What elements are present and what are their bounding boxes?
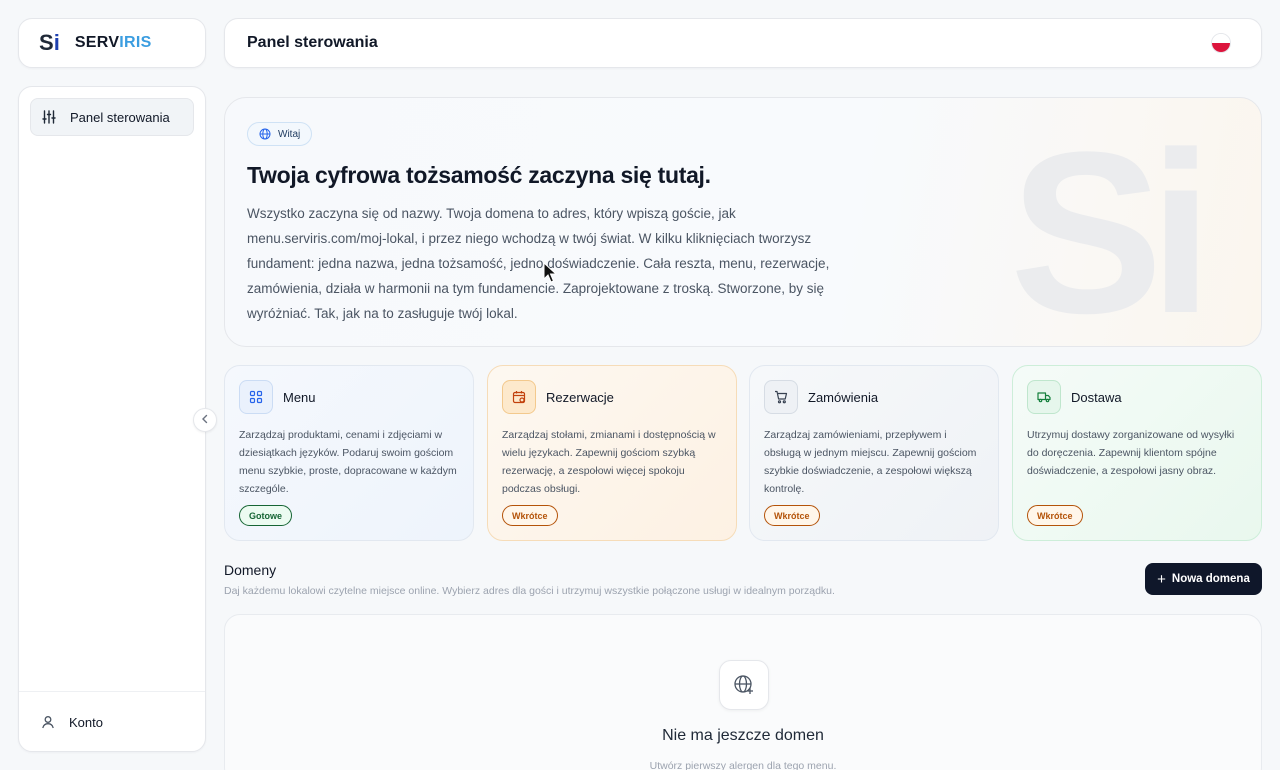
truck-icon xyxy=(1027,380,1061,414)
sliders-icon xyxy=(41,109,57,125)
domains-subtitle: Daj każdemu lokalowi czytelne miejsce on… xyxy=(224,585,835,597)
sidebar-footer: Konto xyxy=(19,691,205,751)
sidebar: Panel sterowania Konto xyxy=(18,86,206,752)
domains-title: Domeny xyxy=(224,562,277,578)
logo-mark: Si xyxy=(39,30,60,56)
cart-icon xyxy=(764,380,798,414)
status-badge: Wkrótce xyxy=(1027,505,1083,526)
globe-plus-icon xyxy=(719,660,769,710)
mouse-cursor-icon xyxy=(543,261,558,289)
logo-mark-i: i xyxy=(53,30,60,55)
feature-description: Zarządzaj zamówieniami, przepływem i obs… xyxy=(764,429,977,495)
grid-icon xyxy=(239,380,273,414)
feature-description: Utrzymuj dostawy zorganizowane od wysyłk… xyxy=(1027,429,1235,477)
top-header: Panel sterowania xyxy=(224,18,1262,68)
feature-description: Zarządzaj stołami, zmianami i dostępnośc… xyxy=(502,429,716,495)
collapse-sidebar-button[interactable] xyxy=(193,408,217,432)
feature-card-rezerwacje[interactable]: Rezerwacje Zarządzaj stołami, zmianami i… xyxy=(487,365,737,541)
sidebar-item-label: Panel sterowania xyxy=(70,109,170,125)
new-domain-label: Nowa domena xyxy=(1171,573,1250,585)
user-icon xyxy=(40,714,56,730)
page-title: Panel sterowania xyxy=(247,34,378,51)
welcome-hero: Si Witaj Twoja cyfrowa tożsamość zaczyna… xyxy=(224,97,1262,347)
feature-card-zamowienia[interactable]: Zamówienia Zarządzaj zamówieniami, przep… xyxy=(749,365,999,541)
calendar-icon xyxy=(502,380,536,414)
status-badge: Wkrótce xyxy=(502,505,558,526)
status-badge: Gotowe xyxy=(239,505,292,526)
sidebar-item-konto[interactable]: Konto xyxy=(30,703,194,741)
plus-icon: + xyxy=(1157,570,1166,588)
feature-title: Rezerwacje xyxy=(546,389,614,405)
chevron-left-icon xyxy=(200,411,210,429)
feature-description: Zarządzaj produktami, cenami i zdjęciami… xyxy=(239,429,457,495)
sidebar-item-label: Konto xyxy=(69,714,103,730)
new-domain-button[interactable]: + Nowa domena xyxy=(1145,563,1262,595)
logo[interactable]: Si SERVIRIS xyxy=(18,18,206,68)
watermark-logo: Si xyxy=(1009,104,1213,347)
welcome-badge: Witaj xyxy=(247,122,313,146)
poland-flag-icon[interactable] xyxy=(1211,33,1231,53)
globe-icon xyxy=(259,128,271,140)
hero-description: Wszystko zaczyna się od nazwy. Twoja dom… xyxy=(247,206,830,321)
empty-state-subtitle: Utwórz pierwszy alergen dla tego menu. xyxy=(649,760,837,770)
feature-card-dostawa[interactable]: Dostawa Utrzymuj dostawy zorganizowane o… xyxy=(1012,365,1262,541)
feature-title: Zamówienia xyxy=(808,389,879,405)
feature-title: Dostawa xyxy=(1071,389,1122,405)
sidebar-item-panel-sterowania[interactable]: Panel sterowania xyxy=(30,98,194,136)
badge-label: Witaj xyxy=(278,128,301,140)
status-badge: Wkrótce xyxy=(764,505,820,526)
empty-state-title: Nie ma jeszcze domen xyxy=(662,727,824,744)
logo-text-iris: IRIS xyxy=(119,34,152,51)
logo-mark-s: S xyxy=(39,30,54,55)
logo-text-serv: SERV xyxy=(74,34,120,51)
feature-title: Menu xyxy=(283,389,316,405)
feature-card-menu[interactable]: Menu Zarządzaj produktami, cenami i zdję… xyxy=(224,365,474,541)
domains-empty-state: Nie ma jeszcze domen Utwórz pierwszy ale… xyxy=(224,614,1262,770)
logo-text: SERVIRIS xyxy=(75,34,152,52)
